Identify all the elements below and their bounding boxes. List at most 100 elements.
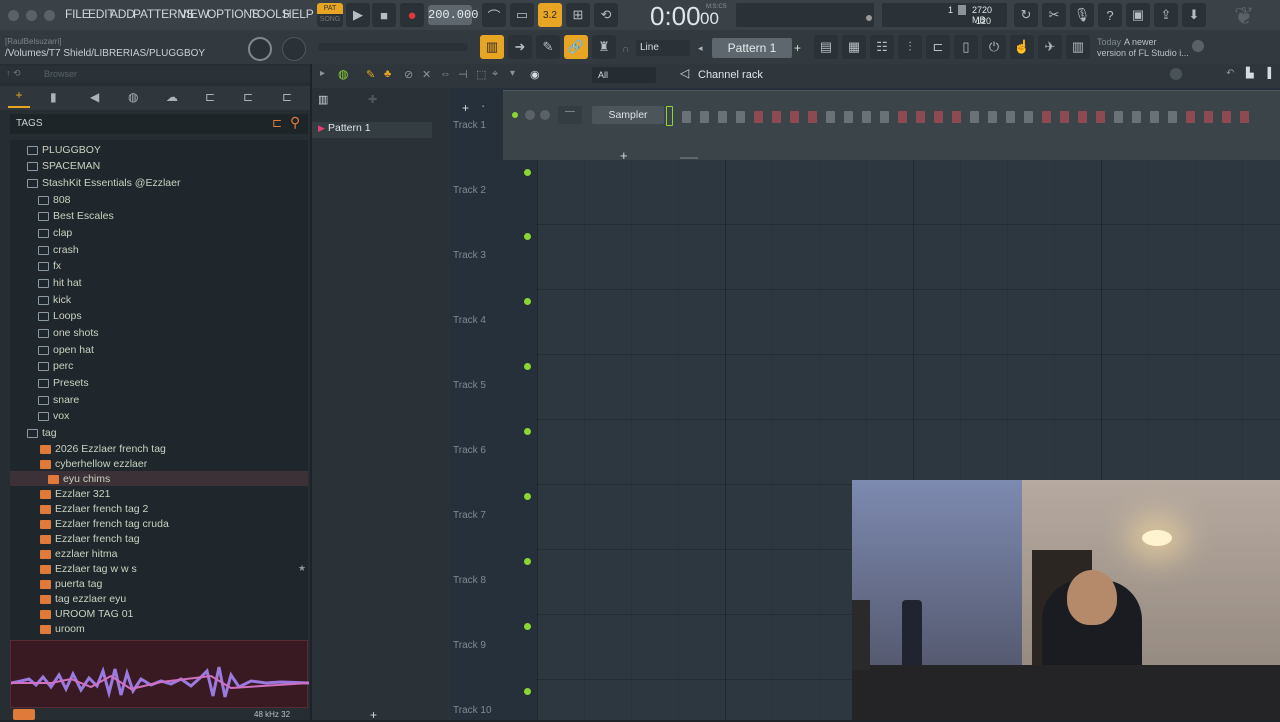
browser-disk-tab-icon[interactable]: ◍: [128, 90, 138, 104]
menu-arrow-icon[interactable]: ▸: [320, 68, 325, 79]
mixer-button[interactable]: ▤: [814, 35, 838, 59]
plugin-db-button[interactable]: ⏻: [982, 35, 1006, 59]
step-button[interactable]: [1204, 111, 1213, 123]
channel-mute-led[interactable]: [512, 112, 518, 118]
step-button[interactable]: [1186, 111, 1195, 123]
step-button[interactable]: [916, 111, 925, 123]
step-button[interactable]: [772, 111, 781, 123]
pencil-tool-button[interactable]: ✎: [536, 35, 560, 59]
track-header-label[interactable]: Track 2: [453, 185, 486, 196]
track-mute-led[interactable]: [524, 558, 531, 565]
star-icon[interactable]: ★: [298, 563, 306, 574]
step-button[interactable]: [1240, 111, 1249, 123]
track-header-label[interactable]: Track 3: [453, 250, 486, 261]
snap-value-button[interactable]: 3.2: [538, 3, 562, 27]
mute-tool-icon[interactable]: ✕: [422, 68, 431, 81]
browser-cloud-tab-icon[interactable]: ☁: [166, 90, 178, 104]
channel-filter-dropdown[interactable]: All: [592, 67, 656, 83]
playlist-view-button[interactable]: ▥: [480, 35, 504, 59]
tag-item[interactable]: uroom: [40, 621, 85, 637]
arrow-tool-button[interactable]: ➜: [508, 35, 532, 59]
chevron-down-icon[interactable]: ▾: [510, 68, 515, 79]
news-line-1[interactable]: A newer: [1124, 37, 1157, 47]
track-mute-led[interactable]: [524, 428, 531, 435]
channel-name-button[interactable]: Sampler: [592, 106, 664, 124]
step-edit-button[interactable]: ⊞: [566, 3, 590, 27]
step-button[interactable]: [1042, 111, 1051, 123]
track-header-label[interactable]: Track 4: [453, 315, 486, 326]
channel-rack-resize-handle[interactable]: [680, 157, 698, 159]
folder-item[interactable]: Presets: [38, 375, 89, 391]
metronome-button[interactable]: ⌒: [482, 3, 506, 27]
browser-folder-tab-icon[interactable]: ⊏: [205, 90, 215, 104]
folder-item[interactable]: one shots: [38, 325, 99, 341]
tag-item[interactable]: Ezzlaer french tag: [40, 531, 140, 547]
piano-roll-button[interactable]: ☷: [870, 35, 894, 59]
save-button[interactable]: ▣: [1126, 3, 1150, 27]
track-mute-led[interactable]: [524, 493, 531, 500]
menu-help[interactable]: HELP: [283, 7, 314, 21]
step-button[interactable]: [934, 111, 943, 123]
browser-all-tab-icon[interactable]: +: [8, 88, 30, 108]
window-close-button[interactable]: [8, 10, 19, 21]
browser-folder2-tab-icon[interactable]: ⊏: [243, 90, 253, 104]
step-button[interactable]: [1114, 111, 1123, 123]
pattern-selector[interactable]: Pattern 1: [712, 38, 792, 58]
link-button[interactable]: 🔗: [564, 35, 588, 59]
track-mute-led[interactable]: [524, 363, 531, 370]
folder-item[interactable]: fx: [38, 258, 61, 274]
bars-icon[interactable]: ▐: [1264, 68, 1271, 79]
folder-item[interactable]: Best Escales: [38, 208, 114, 224]
track-header-label[interactable]: Track 7: [453, 510, 486, 521]
folder-item[interactable]: snare: [38, 392, 79, 408]
zoom-tool-icon[interactable]: ⌖: [492, 68, 498, 81]
step-button[interactable]: [880, 111, 889, 123]
step-button[interactable]: [1132, 111, 1141, 123]
track-header-label[interactable]: Track 8: [453, 575, 486, 586]
step-button[interactable]: [1168, 111, 1177, 123]
track-header-label[interactable]: Track 9: [453, 640, 486, 651]
export-button[interactable]: ⇪: [1154, 3, 1178, 27]
undo-history-button[interactable]: ↻: [1014, 3, 1038, 27]
paint-tool-icon[interactable]: ♣: [384, 68, 391, 80]
folder-item[interactable]: tag: [27, 425, 57, 441]
wait-record-button[interactable]: ▭: [510, 3, 534, 27]
tag-item[interactable]: cyberhellow ezzlaer: [40, 456, 147, 472]
step-button[interactable]: [700, 111, 709, 123]
menu-file[interactable]: FILE: [65, 7, 90, 21]
folder-item[interactable]: StashKit Essentials @Ezzlaer: [27, 175, 180, 191]
folder-item[interactable]: clap: [38, 225, 72, 241]
pattern-clone-icon[interactable]: ✚: [368, 93, 377, 106]
track-mute-led[interactable]: [524, 623, 531, 630]
channel-select-indicator[interactable]: [666, 106, 673, 126]
browser-button[interactable]: ⊏: [926, 35, 950, 59]
chevron-left-icon[interactable]: ◂: [698, 40, 710, 56]
audio-input-button[interactable]: 🎙: [1070, 3, 1094, 27]
folder-item[interactable]: crash: [38, 242, 79, 258]
menu-view[interactable]: VIEW: [179, 7, 209, 21]
play-button[interactable]: ▶: [346, 3, 370, 27]
master-volume-knob[interactable]: [248, 37, 272, 61]
tag-item[interactable]: puerta tag: [40, 576, 102, 592]
track-mute-led[interactable]: [524, 688, 531, 695]
pattern-item[interactable]: ▶ Pattern 1: [312, 122, 432, 138]
track-mute-led[interactable]: [524, 169, 531, 176]
pattern-panel-icon[interactable]: ▥: [318, 93, 332, 107]
channel-mixer-track[interactable]: —: [558, 106, 582, 124]
touch-button[interactable]: ☝: [1010, 35, 1034, 59]
browser-folder3-tab-icon[interactable]: ⊏: [282, 90, 292, 104]
shop-button[interactable]: ▥: [1066, 35, 1090, 59]
window-maximize-button[interactable]: [44, 10, 55, 21]
track-header-label[interactable]: Track 6: [453, 445, 486, 456]
tag-item[interactable]: Ezzlaer 321: [40, 486, 110, 502]
track-header-label[interactable]: Track 10: [453, 705, 492, 716]
graph-icon[interactable]: ▙: [1246, 68, 1254, 79]
select-tool-icon[interactable]: ⬚: [476, 68, 486, 81]
step-button[interactable]: [826, 111, 835, 123]
add-track-icon[interactable]: +: [462, 101, 469, 115]
step-button[interactable]: [898, 111, 907, 123]
pat-song-toggle[interactable]: PAT SONG: [317, 3, 343, 27]
track-header-label[interactable]: Track 5: [453, 380, 486, 391]
step-button[interactable]: [988, 111, 997, 123]
record-button[interactable]: ●: [400, 3, 424, 27]
